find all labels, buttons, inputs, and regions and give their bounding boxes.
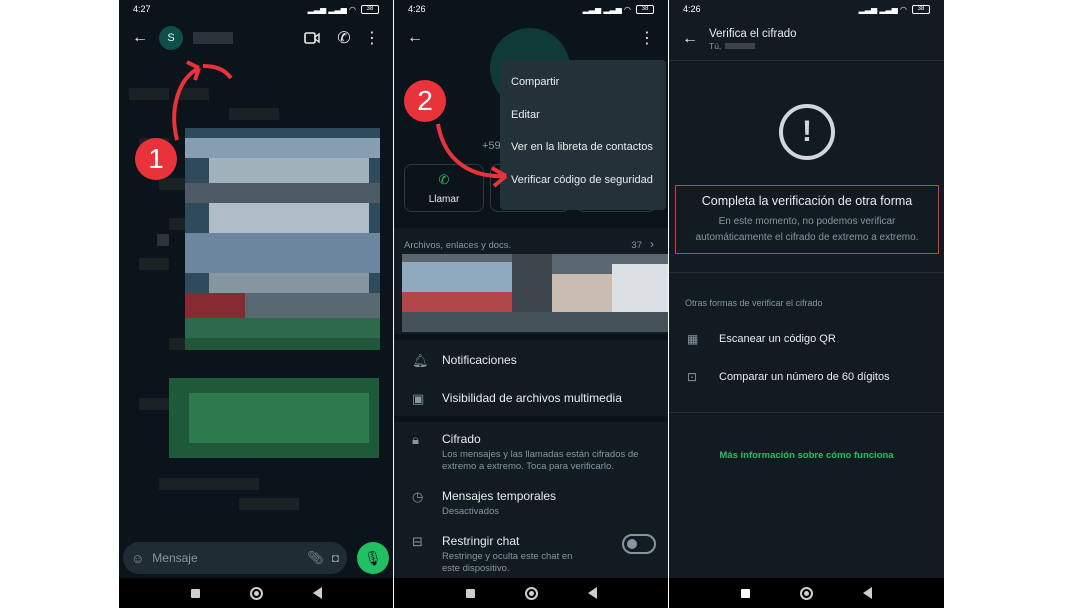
media-visibility-row[interactable]: ▣ Visibilidad de archivos multimedia xyxy=(394,391,668,407)
menu-item-edit[interactable]: Editar xyxy=(500,99,666,132)
row-title: Notificaciones xyxy=(442,353,517,367)
compare-number-option[interactable]: ⊡ Comparar un número de 60 dígitos xyxy=(687,370,890,384)
menu-item-share[interactable]: Compartir xyxy=(500,66,666,99)
more-options-icon[interactable]: ⋮ xyxy=(361,27,383,49)
status-time: 4:26 xyxy=(408,4,426,14)
chevron-right-icon: › xyxy=(650,237,654,251)
home-nav-icon[interactable] xyxy=(800,586,813,600)
row-subtitle: Restringe y oculta este chat en este dis… xyxy=(442,551,573,574)
video-call-icon[interactable] xyxy=(301,27,323,49)
disappearing-messages-row[interactable]: ◷ Mensajes temporales Desactivados xyxy=(394,489,668,518)
row-title: Visibilidad de archivos multimedia xyxy=(442,391,622,405)
chat-screen: 4:27 ▂▃▅ ▂▃▅ ◠ 38 ← S ✆ ⋮ 1 ☺ Mensaje 📎︎… xyxy=(119,0,393,608)
row-subtitle: Los mensajes y las llamadas están cifrad… xyxy=(442,449,639,472)
row-title: Cifrado xyxy=(442,432,481,446)
row-title: Restringir chat xyxy=(442,534,520,548)
microphone-icon: 🎙︎ xyxy=(364,549,382,566)
signal-icon: ▂▃▅ ▂▃▅ ◠ xyxy=(582,4,631,14)
notice-heading: Completa la verificación de otra forma xyxy=(701,193,913,208)
verify-encryption-screen: 4:26 ▂▃▅ ▂▃▅ ◠ 38 ← Verifica el cifrado T… xyxy=(669,0,944,608)
notice-body: En este momento, no podemos verificar au… xyxy=(695,215,919,243)
home-nav-icon[interactable] xyxy=(524,586,538,600)
bell-icon: 🔔︎ xyxy=(412,353,429,368)
scan-qr-option[interactable]: ▦ Escanear un código QR xyxy=(687,332,836,346)
page-subtitle: Tú, xyxy=(709,40,722,51)
verify-app-bar: ← Verifica el cifrado Tú, xyxy=(669,18,944,60)
status-time: 4:27 xyxy=(133,4,151,14)
chat-app-bar: ← S ✆ ⋮ xyxy=(119,18,393,58)
option-label: Comparar un número de 60 dígitos xyxy=(719,371,890,383)
emoji-sticker-icon[interactable]: ☺ xyxy=(131,551,144,566)
restrict-chat-toggle[interactable] xyxy=(622,534,656,554)
more-options-icon[interactable]: ⋮ xyxy=(636,27,658,49)
contact-info-screen: 4:26 ▂▃▅ ▂▃▅ ◠ 38 ← ⋮ +59 ✆ Llamar Compar… xyxy=(394,0,668,608)
step-marker-2: 2 xyxy=(404,80,446,122)
annotation-arrow xyxy=(172,60,233,141)
battery-icon: 38 xyxy=(361,4,379,14)
avatar[interactable]: S xyxy=(159,26,183,50)
page-title: Verifica el cifrado xyxy=(709,27,797,40)
back-arrow-icon[interactable]: ← xyxy=(129,27,151,49)
recents-nav-icon[interactable] xyxy=(465,588,475,598)
signal-icon: ▂▃▅ ▂▃▅ ◠ xyxy=(307,4,356,14)
section-divider xyxy=(669,272,944,273)
warning-icon: ! xyxy=(779,104,835,160)
row-subtitle: Desactivados xyxy=(442,506,500,517)
menu-item-verify-security-code[interactable]: Verificar código de seguridad xyxy=(500,164,666,197)
timer-icon: ◷ xyxy=(412,489,424,504)
settings-section-2: 🔒︎ Cifrado Los mensajes y las llamadas e… xyxy=(394,422,668,578)
microphone-button[interactable]: 🎙︎ xyxy=(357,542,389,574)
system-nav-bar xyxy=(119,578,393,608)
status-bar: 4:26 ▂▃▅ ▂▃▅ ◠ 38 xyxy=(669,0,944,18)
recents-nav-icon[interactable] xyxy=(741,588,750,598)
overflow-menu: Compartir Editar Ver en la libreta de co… xyxy=(500,60,666,210)
recents-nav-icon[interactable] xyxy=(190,588,200,598)
more-info-link[interactable]: Más información sobre cómo funciona xyxy=(669,450,944,461)
media-title: Archivos, enlaces y docs. xyxy=(404,240,512,251)
back-nav-icon[interactable] xyxy=(312,587,322,599)
lock-icon: 🔒︎ xyxy=(412,432,419,447)
option-label: Escanear un código QR xyxy=(719,333,836,345)
encryption-row[interactable]: 🔒︎ Cifrado Los mensajes y las llamadas e… xyxy=(394,432,668,473)
contact-name-blurred[interactable] xyxy=(193,32,233,44)
attach-icon[interactable]: 📎︎ xyxy=(307,550,324,566)
notifications-row[interactable]: 🔔︎ Notificaciones xyxy=(394,353,668,369)
qr-code-icon: ▦ xyxy=(687,332,699,346)
back-arrow-icon[interactable]: ← xyxy=(404,27,426,49)
other-ways-heading: Otras formas de verificar el cifrado xyxy=(685,298,823,308)
row-title: Mensajes temporales xyxy=(442,489,557,503)
signal-icon: ▂▃▅ ▂▃▅ ◠ xyxy=(858,4,907,14)
voice-call-icon[interactable]: ✆ xyxy=(333,27,355,49)
message-input[interactable]: ☺ Mensaje 📎︎ ◘ xyxy=(123,542,347,574)
message-placeholder: Mensaje xyxy=(152,551,198,565)
verification-notice-highlight: Completa la verificación de otra forma E… xyxy=(675,185,939,254)
media-section[interactable]: Archivos, enlaces y docs. 37 › xyxy=(394,228,668,334)
status-time: 4:26 xyxy=(683,4,701,14)
call-label: Llamar xyxy=(428,193,460,205)
chat-lock-icon: ⊟ xyxy=(412,534,423,549)
camera-icon[interactable]: ◘ xyxy=(332,551,339,565)
battery-icon: 38 xyxy=(636,4,654,14)
media-count: 37 xyxy=(631,240,642,251)
home-nav-icon[interactable] xyxy=(249,586,263,600)
number-pad-icon: ⊡ xyxy=(687,370,698,384)
app-bar-divider xyxy=(669,60,944,61)
system-nav-bar xyxy=(394,578,668,608)
battery-icon: 38 xyxy=(912,4,930,14)
status-bar: 4:26 ▂▃▅ ▂▃▅ ◠ 38 xyxy=(394,0,668,18)
back-arrow-icon[interactable]: ← xyxy=(679,28,701,50)
back-nav-icon[interactable] xyxy=(587,587,597,599)
blurred-media-thumbnails xyxy=(402,254,668,332)
section-divider xyxy=(669,412,944,413)
annotation-arrow xyxy=(436,123,508,188)
status-bar: 4:27 ▂▃▅ ▂▃▅ ◠ 38 xyxy=(119,0,393,18)
menu-item-view-contacts[interactable]: Ver en la libreta de contactos xyxy=(500,131,666,164)
system-nav-bar xyxy=(669,578,944,608)
contact-name-blurred xyxy=(725,42,756,49)
image-icon: ▣ xyxy=(412,391,425,406)
back-nav-icon[interactable] xyxy=(863,587,872,599)
blurred-chat-content xyxy=(129,88,380,510)
settings-section-1: 🔔︎ Notificaciones ▣ Visibilidad de archi… xyxy=(394,340,668,416)
